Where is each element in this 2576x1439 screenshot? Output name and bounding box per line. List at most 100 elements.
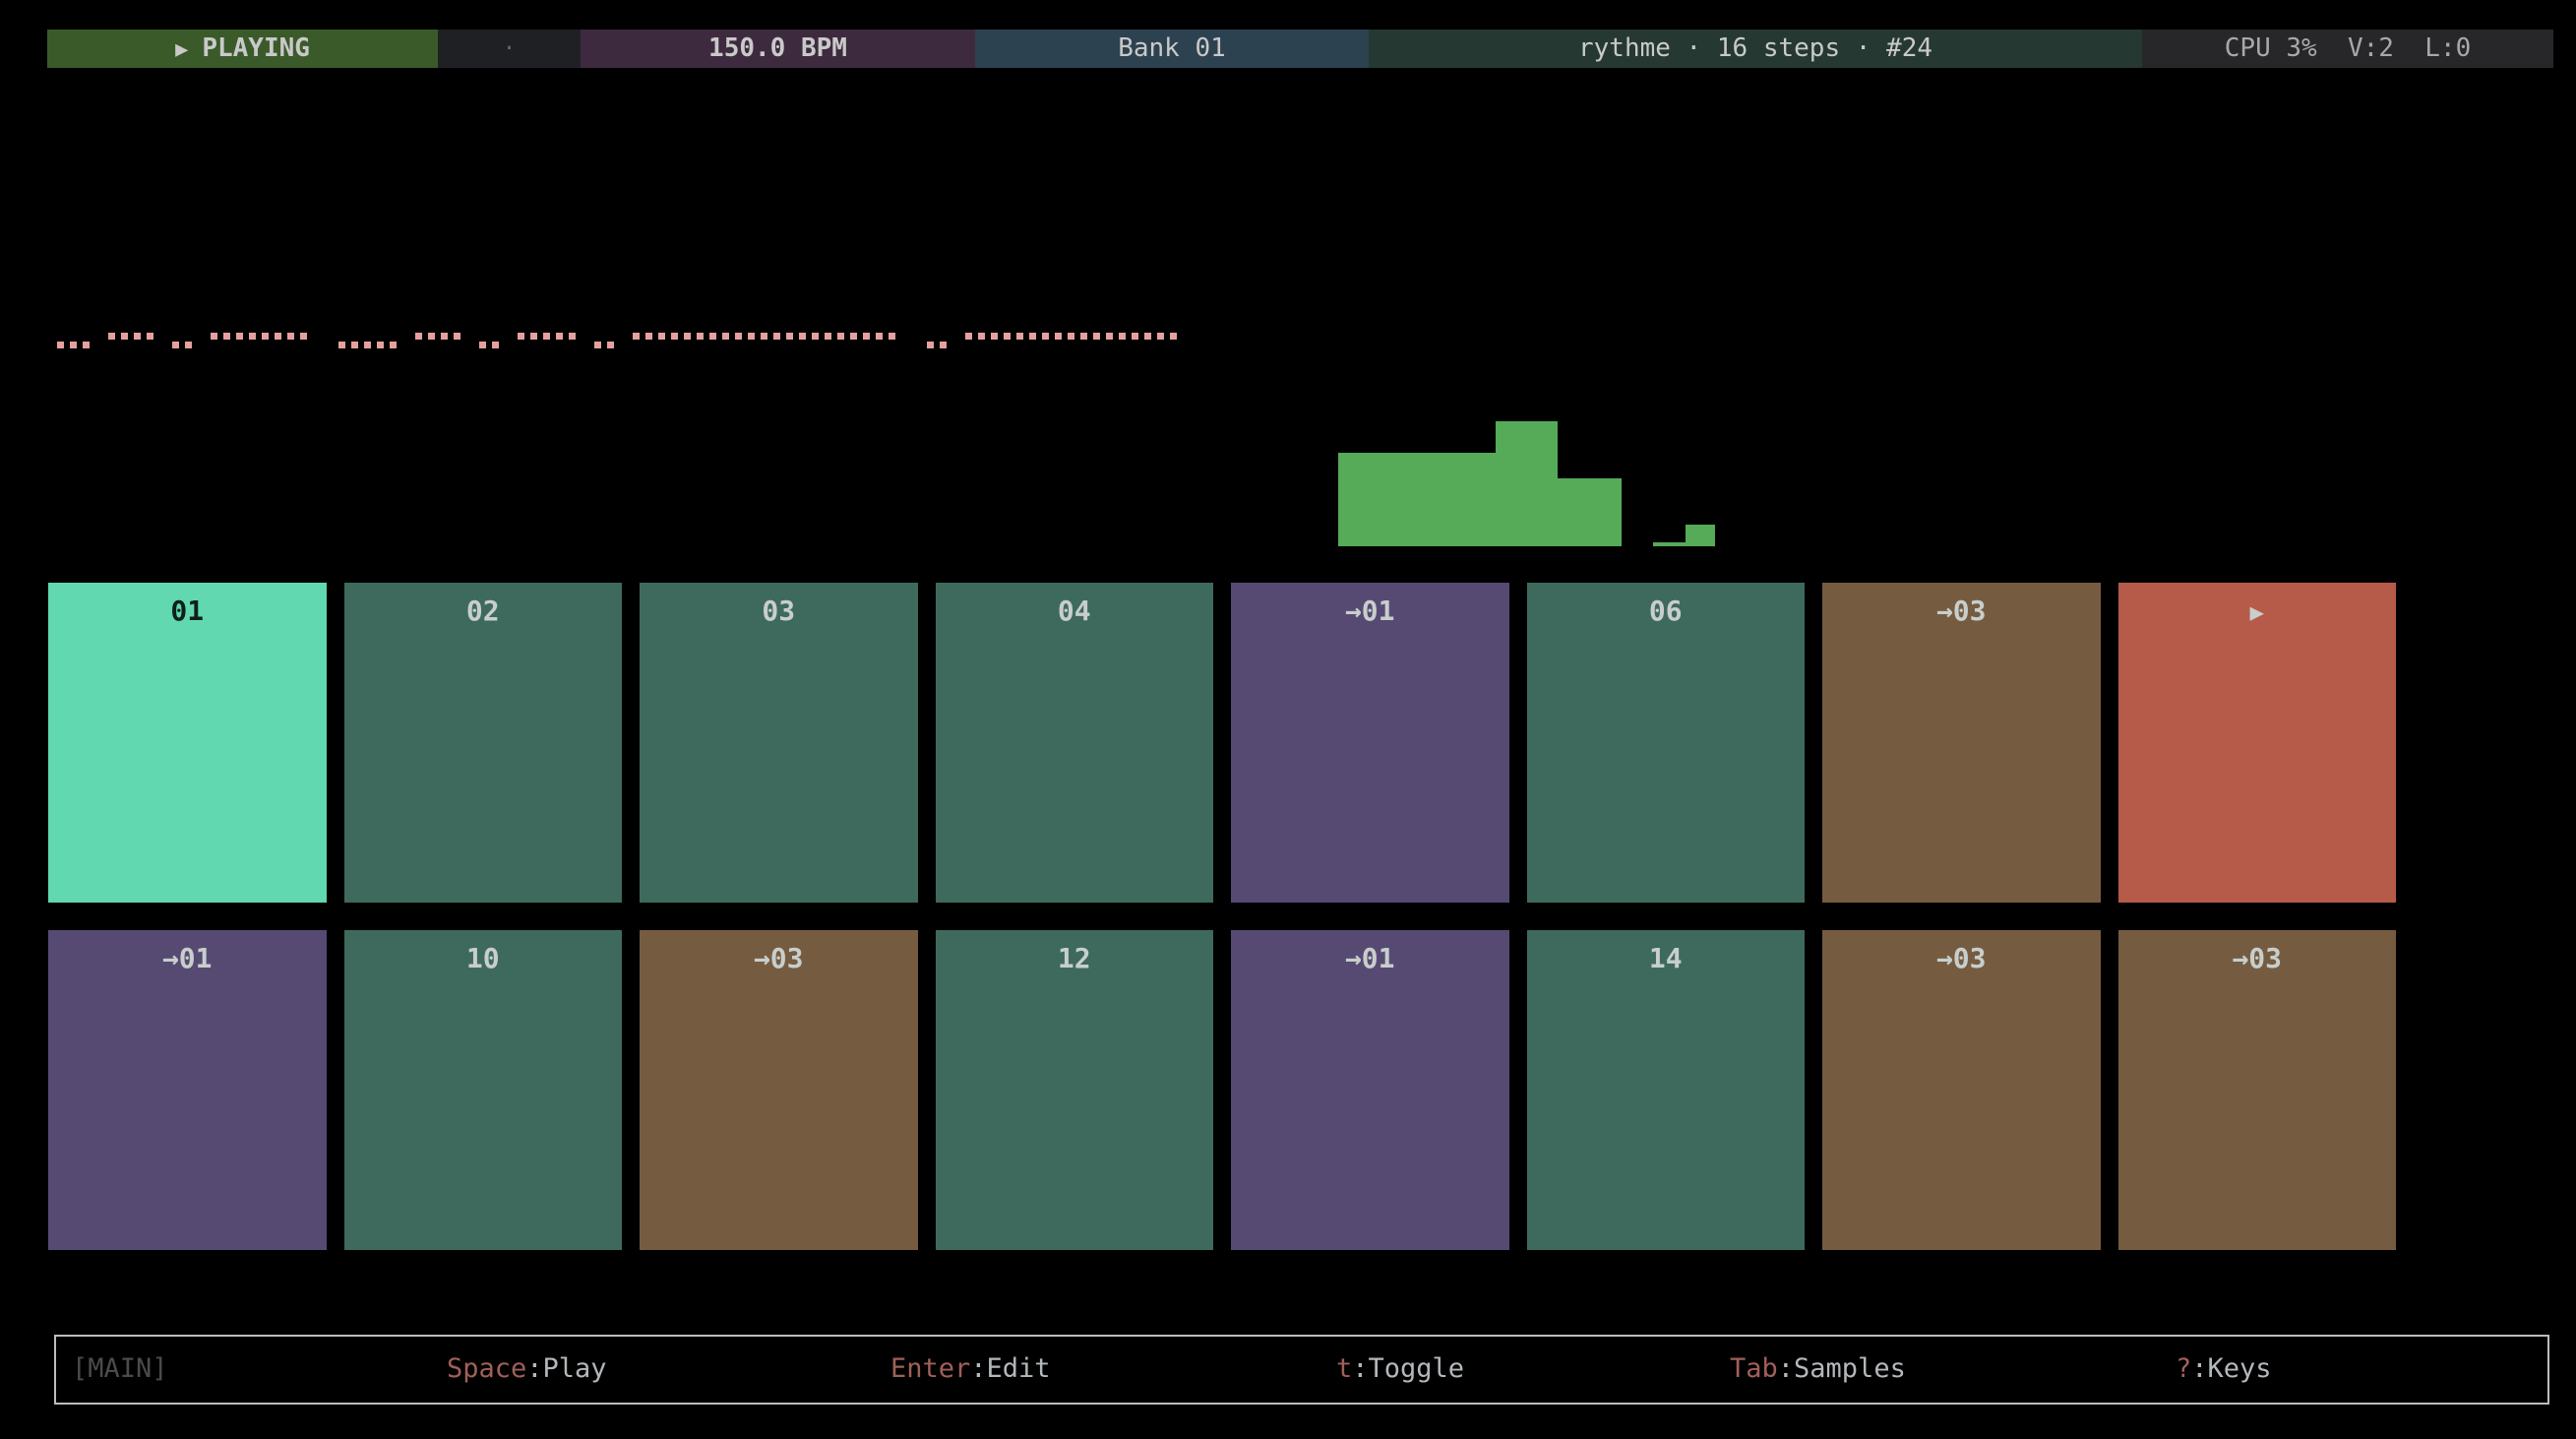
- waveform-dot: [211, 333, 217, 340]
- transport-status: ▶PLAYING: [47, 30, 438, 68]
- pad-7[interactable]: →03: [1822, 583, 2101, 903]
- waveform-dot: [876, 333, 883, 340]
- key-hint-samples: Tab:Samples: [1730, 1337, 1906, 1401]
- pad-9[interactable]: →01: [48, 930, 327, 1250]
- pad-label: →01: [162, 942, 213, 974]
- pattern-waveform: [57, 333, 1198, 349]
- system-stats: CPU 3% V:2 L:0: [2142, 30, 2553, 68]
- level-bar: [1653, 542, 1686, 546]
- pad-2[interactable]: 02: [344, 583, 623, 903]
- pad-11[interactable]: →03: [640, 930, 918, 1250]
- hint-label: :Play: [526, 1353, 606, 1384]
- waveform-dot: [543, 333, 550, 340]
- pad-row-2: →0110→0312→0114→03→03: [48, 930, 2396, 1250]
- pad-label: →03: [754, 942, 804, 974]
- waveform-dot: [1093, 333, 1100, 340]
- bank-display: Bank 01: [975, 30, 1369, 68]
- hint-label: :Toggle: [1352, 1353, 1464, 1384]
- waveform-dot: [351, 342, 358, 348]
- pad-label: 14: [1649, 942, 1683, 974]
- level-bar: [1686, 525, 1715, 546]
- waveform-dot: [709, 333, 716, 340]
- pad-12[interactable]: 12: [936, 930, 1214, 1250]
- waveform-dot: [338, 342, 345, 348]
- waveform-dot: [262, 333, 269, 340]
- mode-indicator: [MAIN]: [72, 1337, 168, 1401]
- waveform-dot: [722, 333, 729, 340]
- pad-6[interactable]: 06: [1527, 583, 1806, 903]
- waveform-dot: [377, 342, 384, 348]
- waveform-dot: [812, 333, 819, 340]
- waveform-dot: [1055, 333, 1062, 340]
- waveform-dot: [57, 342, 64, 348]
- waveform-dot: [134, 333, 141, 340]
- waveform-dot: [454, 333, 460, 340]
- pad-label: 04: [1058, 594, 1091, 627]
- waveform-dot: [645, 333, 652, 340]
- key-hint-toggle: t:Toggle: [1336, 1337, 1464, 1401]
- waveform-dot: [1016, 333, 1023, 340]
- pad-5[interactable]: →01: [1231, 583, 1509, 903]
- waveform-dot: [748, 333, 755, 340]
- pad-playing-icon: ▶: [2250, 598, 2264, 626]
- footer-bar: [MAIN] Space:Play Enter:Edit t:Toggle Tab:S…: [54, 1335, 2549, 1405]
- waveform-dot: [991, 333, 998, 340]
- waveform-dot: [978, 333, 985, 340]
- waveform-dot: [83, 342, 90, 348]
- pad-3[interactable]: 03: [640, 583, 918, 903]
- waveform-dot: [428, 333, 435, 340]
- pad-14[interactable]: 14: [1527, 930, 1806, 1250]
- waveform-dot: [684, 333, 691, 340]
- waveform-dot: [121, 333, 128, 340]
- pad-label: 03: [762, 594, 795, 627]
- waveform-dot: [1029, 333, 1036, 340]
- key-hint-keys: ?:Keys: [2176, 1337, 2272, 1401]
- pad-10[interactable]: 10: [344, 930, 623, 1250]
- waveform-dot: [1042, 333, 1049, 340]
- hint-label: :Edit: [970, 1353, 1050, 1384]
- waveform-dot: [1170, 333, 1177, 340]
- waveform-dot: [927, 342, 934, 348]
- waveform-dot: [441, 333, 448, 340]
- waveform-dot: [1132, 333, 1138, 340]
- waveform-dot: [799, 333, 806, 340]
- hint-label: :Samples: [1778, 1353, 1906, 1384]
- pad-8[interactable]: ▶: [2118, 583, 2397, 903]
- hint-key: t: [1336, 1353, 1352, 1384]
- pad-label: 10: [466, 942, 500, 974]
- waveform-dot: [415, 333, 422, 340]
- waveform-dot: [940, 342, 947, 348]
- pad-1[interactable]: 01: [48, 583, 327, 903]
- waveform-dot: [1106, 333, 1113, 340]
- waveform-dot: [172, 342, 179, 348]
- waveform-dot: [633, 333, 640, 340]
- waveform-dot: [518, 333, 524, 340]
- pad-13[interactable]: →01: [1231, 930, 1509, 1250]
- waveform-dot: [837, 333, 844, 340]
- pad-row-1: 0102 03 04 →0106→03 ▶: [48, 583, 2396, 903]
- waveform-dot: [70, 342, 77, 348]
- waveform-dot: [965, 333, 972, 340]
- pad-16[interactable]: →03: [2118, 930, 2397, 1250]
- pad-label: →03: [1936, 942, 1987, 974]
- hint-key: Tab: [1730, 1353, 1778, 1384]
- waveform-dot: [147, 333, 153, 340]
- waveform-dot: [556, 333, 563, 340]
- level-bar: [1338, 453, 1496, 546]
- waveform-dot: [530, 333, 537, 340]
- pad-15[interactable]: →03: [1822, 930, 2101, 1250]
- waveform-dot: [479, 342, 486, 348]
- waveform-dot: [236, 333, 243, 340]
- play-icon: ▶: [175, 37, 188, 62]
- level-bar: [1496, 421, 1558, 546]
- pad-4[interactable]: 04: [936, 583, 1214, 903]
- waveform-dot: [1080, 333, 1087, 340]
- waveform-dot: [607, 342, 614, 348]
- hint-key: Enter: [890, 1353, 970, 1384]
- waveform-dot: [1157, 333, 1164, 340]
- waveform-dot: [185, 342, 192, 348]
- bpm-display: 150.0 BPM: [581, 30, 975, 68]
- key-hint-edit: Enter:Edit: [890, 1337, 1051, 1401]
- key-hint-play: Space:Play: [447, 1337, 607, 1401]
- waveform-dot: [863, 333, 870, 340]
